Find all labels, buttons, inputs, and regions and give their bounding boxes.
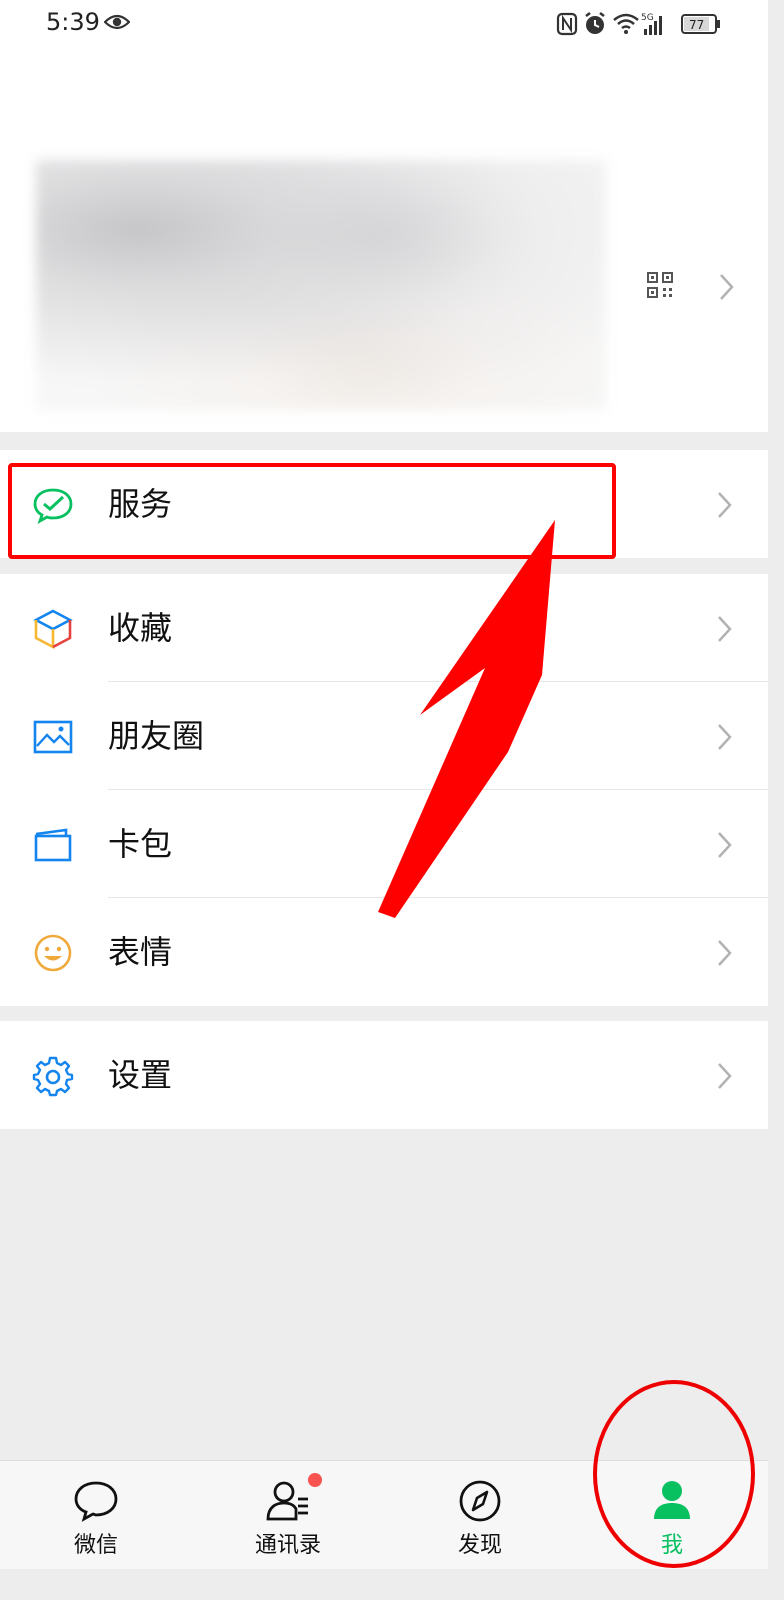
compass-icon <box>459 1480 501 1522</box>
menu-label-moments: 朋友圈 <box>108 717 205 755</box>
network-label: 5G <box>641 13 654 23</box>
gear-icon <box>32 1056 74 1097</box>
menu-label-settings: 设置 <box>108 1056 173 1094</box>
status-icons: 5G 77 <box>556 10 726 42</box>
status-bar: 5:39 5G 77 <box>0 0 768 48</box>
photo-icon <box>33 720 73 754</box>
alarm-icon <box>585 12 605 34</box>
tab-contacts[interactable]: 通讯录 <box>192 1461 384 1569</box>
menu-item-cards[interactable]: 卡包 <box>0 790 768 898</box>
status-time: 5:39 <box>46 8 100 36</box>
menu-item-stickers[interactable]: 表情 <box>0 898 768 1006</box>
chevron-right-icon <box>718 832 732 858</box>
menu-item-moments[interactable]: 朋友圈 <box>0 682 768 790</box>
tab-label-chats: 微信 <box>73 1533 118 1558</box>
discover-badge-dot <box>308 1473 322 1487</box>
tab-label-me: 我 <box>660 1533 683 1558</box>
menu-label-stickers: 表情 <box>108 933 173 971</box>
battery-icon: 77 <box>681 14 720 34</box>
person-icon <box>654 1481 690 1519</box>
qr-code-icon[interactable] <box>646 271 674 299</box>
wifi-icon <box>613 13 639 34</box>
smiley-icon <box>34 934 72 972</box>
chat-bubble-icon <box>74 1481 118 1522</box>
battery-level: 77 <box>689 18 704 32</box>
wallet-icon <box>34 828 72 862</box>
contacts-icon <box>266 1481 308 1521</box>
chevron-right-icon <box>718 492 732 518</box>
cube-icon <box>33 609 73 650</box>
chevron-right-icon <box>718 724 732 750</box>
chevron-right-icon <box>718 940 732 966</box>
tab-label-discover: 发现 <box>457 1533 502 1558</box>
tab-chats[interactable]: 微信 <box>0 1461 192 1569</box>
chevron-right-icon <box>720 274 734 300</box>
annotation-highlight-box <box>8 463 616 559</box>
chevron-right-icon <box>718 616 732 642</box>
menu-item-settings[interactable]: 设置 <box>0 1021 768 1129</box>
menu-label-favorites: 收藏 <box>108 609 173 647</box>
bottom-nav: 微信 通讯录 发现 我 <box>0 1460 768 1569</box>
blurred-profile-info <box>36 160 606 410</box>
tab-discover[interactable]: 发现 <box>384 1461 576 1569</box>
tab-me[interactable]: 我 <box>576 1461 768 1569</box>
chevron-right-icon <box>718 1063 732 1089</box>
nfc-icon <box>556 12 578 36</box>
menu-label-cards: 卡包 <box>108 825 173 863</box>
tab-label-contacts: 通讯录 <box>254 1533 321 1558</box>
menu-item-favorites[interactable]: 收藏 <box>0 574 768 682</box>
eye-icon <box>104 14 130 30</box>
